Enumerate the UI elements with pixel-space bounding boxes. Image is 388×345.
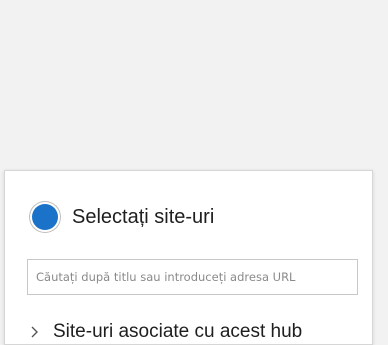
select-sites-radio[interactable]: Selectați site-uri — [30, 202, 214, 232]
radio-selected-dot — [32, 204, 58, 230]
chevron-right-icon — [31, 326, 38, 338]
associated-sites-label: Site-uri asociate cu acest hub — [53, 321, 303, 342]
site-selection-panel: Selectați site-uri Site-uri asociate cu … — [4, 170, 373, 345]
site-search-input[interactable] — [27, 259, 358, 295]
associated-sites-expander[interactable]: Site-uri asociate cu acest hub — [27, 321, 302, 343]
radio-label: Selectați site-uri — [72, 205, 215, 228]
radio-button[interactable] — [30, 202, 60, 232]
